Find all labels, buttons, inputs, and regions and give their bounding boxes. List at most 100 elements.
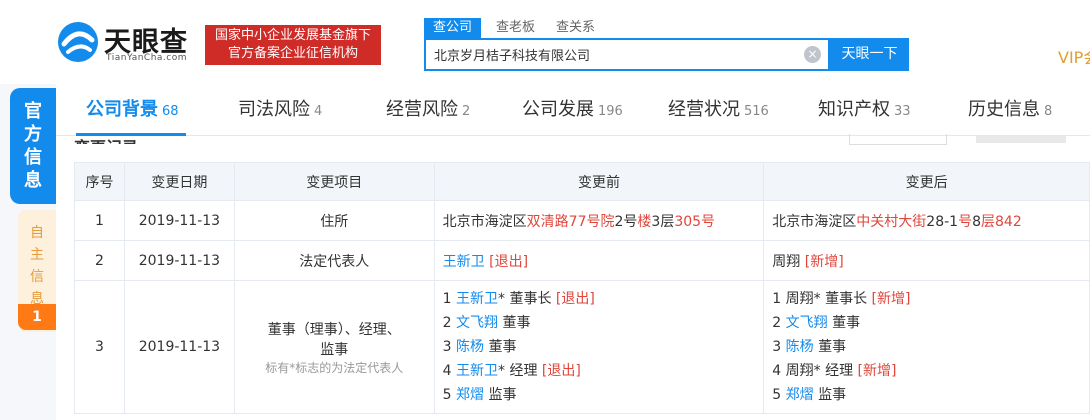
member-index: 3 bbox=[772, 339, 786, 355]
member-line: 2 文飞翔 董事 bbox=[772, 311, 1089, 335]
addr-part-changed: 楼 bbox=[637, 213, 652, 230]
nav-company-background[interactable]: 公司背景 68 bbox=[76, 84, 186, 136]
tab-search-boss[interactable]: 查老板 bbox=[496, 18, 535, 38]
member-line: 1 王新卫* 董事长 [退出] bbox=[443, 287, 764, 311]
cell-seq: 2 bbox=[74, 240, 125, 281]
addr-part: 北京市海淀区 bbox=[442, 213, 527, 230]
cell-seq: 3 bbox=[74, 280, 125, 414]
vip-link[interactable]: VIP会 bbox=[1058, 44, 1090, 68]
search-input[interactable] bbox=[426, 40, 796, 69]
addr-part-changed: 双清路77号院 bbox=[526, 213, 615, 230]
change-tag: [新增] bbox=[853, 363, 897, 379]
member-index: 4 bbox=[772, 363, 786, 379]
nav-label: 历史信息 bbox=[968, 99, 1040, 120]
tianyancha-logo[interactable]: 天眼查 TianYanCha.com bbox=[56, 20, 196, 66]
nav-count: 4 bbox=[314, 104, 323, 119]
self-info-count-badge: 1 bbox=[18, 304, 56, 330]
logo-subtitle: TianYanCha.com bbox=[106, 53, 188, 63]
nav-history-info[interactable]: 历史信息 8 bbox=[968, 84, 1052, 136]
addr-part: 北京市海淀区 bbox=[772, 213, 857, 230]
cell-item: 法定代表人 bbox=[233, 240, 435, 281]
change-tag: [退出] bbox=[551, 291, 595, 307]
nav-operating-status[interactable]: 经营状况 516 bbox=[668, 84, 769, 136]
table-row: 3 2019-11-13 董事（理事）、经理、 监事 标有*标志的为法定代表人 … bbox=[74, 280, 1090, 414]
cell-item: 住所 bbox=[233, 200, 435, 241]
cell-before: 1 王新卫* 董事长 [退出] 2 文飞翔 董事 3 陈杨 董事 4 王新卫* 经理 … bbox=[433, 280, 765, 414]
table-row: 1 2019-11-13 住所 北京市海淀区双清路77号院2号楼3层305号 北… bbox=[74, 200, 1090, 241]
cell-after: 1 周翔* 董事长 [新增] 2 文飞翔 董事 3 陈杨 董事 4 周翔* 经理 [新… bbox=[763, 280, 1090, 414]
nav-company-development[interactable]: 公司发展 196 bbox=[522, 84, 623, 136]
cell-after: 周翔 [新增] bbox=[763, 240, 1090, 281]
nav-operating-risk[interactable]: 经营风险 2 bbox=[386, 84, 470, 136]
member-index: 1 bbox=[442, 291, 457, 307]
addr-part-changed: 中关村大街 bbox=[856, 213, 927, 230]
member-index: 1 bbox=[772, 291, 786, 307]
person-name: 周翔 bbox=[785, 291, 814, 307]
addr-part-changed: 号 bbox=[958, 213, 973, 230]
item-line: 董事（理事）、经理、 bbox=[267, 321, 401, 338]
nav-count: 8 bbox=[1044, 104, 1053, 119]
member-line: 2 文飞翔 董事 bbox=[443, 311, 764, 335]
col-header-before: 变更前 bbox=[433, 162, 765, 201]
person-link[interactable]: 陈杨 bbox=[786, 339, 814, 355]
side-self-char: 主 bbox=[30, 247, 44, 263]
member-index: 3 bbox=[442, 339, 457, 355]
member-role: * 董事长 bbox=[813, 291, 868, 307]
side-tab-official-info[interactable]: 官 方 信 息 bbox=[10, 88, 56, 204]
person-link[interactable]: 文飞翔 bbox=[786, 315, 828, 331]
member-index: 2 bbox=[772, 315, 786, 331]
side-official-char: 官 bbox=[24, 101, 42, 122]
col-header-seq: 序号 bbox=[74, 162, 125, 201]
member-role: * 董事长 bbox=[498, 291, 552, 307]
nav-judicial-risk[interactable]: 司法风险 4 bbox=[238, 84, 322, 136]
member-line: 5 郑熠 监事 bbox=[772, 383, 1089, 407]
member-line: 3 陈杨 董事 bbox=[443, 335, 764, 359]
person-link[interactable]: 王新卫 bbox=[443, 254, 485, 270]
nav-count: 33 bbox=[894, 104, 911, 119]
search-box: × bbox=[424, 38, 830, 71]
nav-count: 516 bbox=[744, 104, 769, 119]
addr-part-changed: 842 bbox=[995, 213, 1022, 230]
cell-date: 2019-11-13 bbox=[123, 280, 235, 414]
exit-tag: [退出] bbox=[489, 253, 529, 270]
nav-intellectual-property[interactable]: 知识产权 33 bbox=[818, 84, 911, 136]
member-role: 董事 bbox=[827, 315, 861, 331]
cell-seq: 1 bbox=[74, 200, 125, 241]
change-tag: [退出] bbox=[537, 363, 581, 379]
section-title: 变更记录 bbox=[74, 134, 138, 144]
side-self-char: 自 bbox=[30, 225, 44, 241]
filter-dropdown[interactable] bbox=[849, 134, 947, 145]
person-link[interactable]: 陈杨 bbox=[456, 339, 484, 355]
tab-search-relation[interactable]: 查关系 bbox=[556, 18, 595, 38]
nav-label: 经营状况 bbox=[668, 99, 740, 120]
person-link[interactable]: 郑熠 bbox=[786, 387, 814, 403]
nav-label: 经营风险 bbox=[386, 99, 458, 120]
addr-part: 2号 bbox=[614, 213, 638, 230]
side-official-char: 方 bbox=[24, 124, 42, 145]
member-role: 董事 bbox=[484, 339, 517, 355]
side-official-char: 信 bbox=[24, 147, 42, 168]
tab-search-company[interactable]: 查公司 bbox=[424, 18, 482, 38]
member-line: 4 周翔* 经理 [新增] bbox=[772, 359, 1089, 383]
official-badge: 国家中小企业发展基金旗下 官方备案企业征信机构 bbox=[205, 25, 381, 65]
col-header-date: 变更日期 bbox=[123, 162, 235, 201]
legal-rep-note: 标有*标志的为法定代表人 bbox=[265, 360, 404, 375]
nav-label: 知识产权 bbox=[818, 99, 890, 120]
addr-part: 8 bbox=[972, 213, 981, 230]
cell-before: 王新卫 [退出] bbox=[433, 240, 765, 281]
search-button[interactable]: 天眼一下 bbox=[830, 38, 909, 71]
member-line: 5 郑熠 监事 bbox=[443, 383, 764, 407]
member-line: 3 陈杨 董事 bbox=[772, 335, 1089, 359]
member-line: 4 王新卫* 经理 [退出] bbox=[443, 359, 764, 383]
nav-count: 2 bbox=[462, 104, 471, 119]
person-link[interactable]: 王新卫 bbox=[456, 363, 498, 379]
side-self-char: 信 bbox=[30, 269, 44, 285]
clear-icon[interactable]: × bbox=[804, 46, 821, 63]
change-records-table: 序号 变更日期 变更项目 变更前 变更后 1 2019-11-13 住所 北京市… bbox=[74, 162, 1090, 414]
side-official-char: 息 bbox=[24, 170, 42, 191]
cell-item: 董事（理事）、经理、 监事 标有*标志的为法定代表人 bbox=[233, 280, 435, 414]
person-link[interactable]: 郑熠 bbox=[456, 387, 484, 403]
person-link[interactable]: 王新卫 bbox=[456, 291, 498, 307]
addr-part: 28-1 bbox=[926, 213, 959, 230]
person-link[interactable]: 文飞翔 bbox=[456, 315, 498, 331]
